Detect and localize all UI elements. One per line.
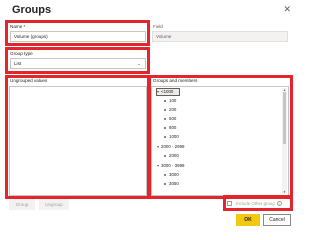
ungroup-button[interactable]: Ungroup: [39, 199, 69, 210]
close-icon[interactable]: ✕: [283, 4, 291, 14]
cancel-button[interactable]: Cancel: [263, 214, 291, 226]
dialog-title: Groups: [12, 4, 52, 16]
highlight-box-ungrouped: [5, 75, 150, 199]
ok-button[interactable]: OK: [236, 214, 260, 226]
group-button[interactable]: Group: [9, 199, 35, 210]
highlight-box-name: [5, 20, 150, 46]
field-label: Field: [153, 24, 163, 29]
highlight-box-groups-members: [148, 75, 293, 199]
highlight-box-include-other: [223, 195, 293, 211]
groups-dialog: Groups ✕ Name * Volume (groups) Field Vo…: [0, 0, 300, 238]
highlight-box-group-type: [5, 47, 150, 74]
field-value: Volume: [152, 31, 288, 42]
